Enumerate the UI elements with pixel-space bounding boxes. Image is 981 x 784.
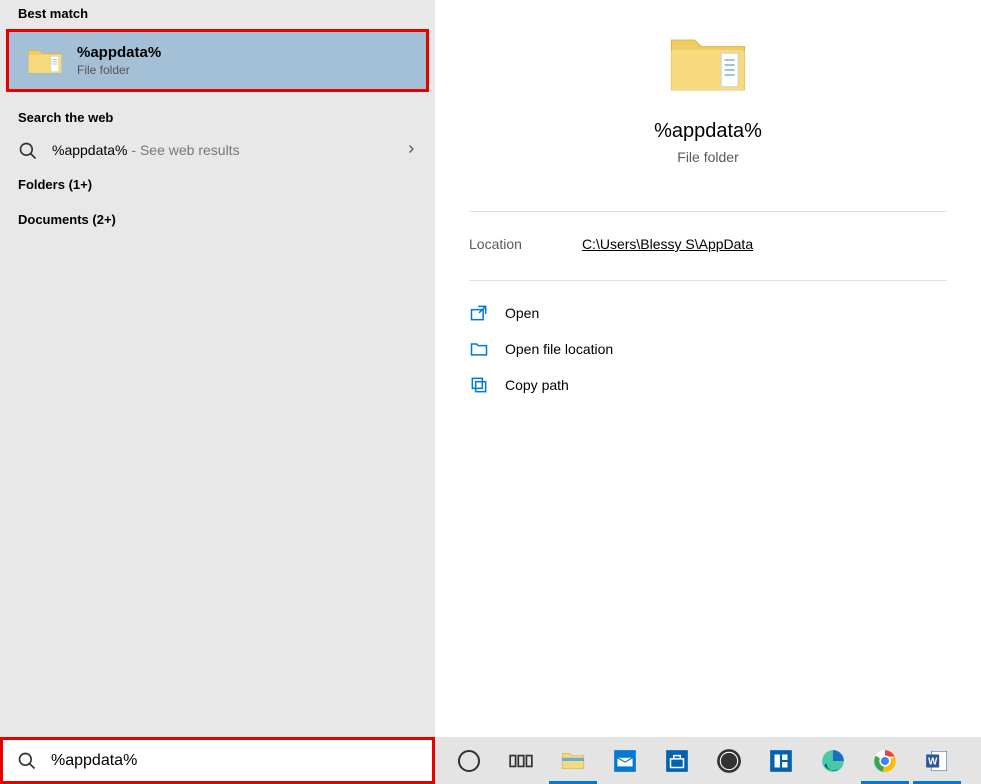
web-suffix: - See web results	[128, 142, 240, 158]
mail-icon	[612, 748, 638, 774]
preview-subtitle: File folder	[677, 149, 738, 165]
svg-text:W: W	[928, 756, 938, 767]
action-open-file-location[interactable]: Open file location	[469, 333, 947, 365]
location-label: Location	[469, 236, 522, 252]
folder-icon	[668, 30, 748, 100]
mail-taskbar[interactable]	[599, 737, 651, 784]
cortana-icon	[458, 750, 480, 772]
result-subtitle: File folder	[77, 63, 161, 77]
word-icon: W	[924, 748, 950, 774]
taskbar: W	[0, 737, 981, 784]
edge-icon	[820, 748, 846, 774]
search-box[interactable]	[0, 737, 435, 784]
store-icon	[664, 748, 690, 774]
task-view-button[interactable]	[495, 737, 547, 784]
word-taskbar[interactable]: W	[911, 737, 963, 784]
file-explorer-icon	[560, 748, 586, 774]
preview-panel: %appdata% File folder Location C:\Users\…	[435, 0, 981, 737]
edge-taskbar[interactable]	[807, 737, 859, 784]
dell-icon	[716, 748, 742, 774]
store-taskbar[interactable]	[651, 737, 703, 784]
copy-icon	[469, 375, 489, 395]
search-icon	[18, 141, 38, 161]
preview-title: %appdata%	[654, 120, 762, 143]
location-path-link[interactable]: C:\Users\Blessy S\AppData	[582, 236, 753, 252]
folder-icon	[27, 46, 63, 76]
search-web-label: Search the web	[0, 92, 435, 135]
chrome-icon	[872, 748, 898, 774]
cortana-button[interactable]	[443, 737, 495, 784]
office-icon	[768, 748, 794, 774]
category-folders[interactable]: Folders (1+)	[0, 167, 435, 202]
task-view-icon	[508, 748, 534, 774]
best-match-label: Best match	[0, 0, 435, 29]
folder-location-icon	[469, 339, 489, 359]
action-label: Open	[505, 305, 539, 321]
search-icon	[17, 751, 37, 771]
results-panel: Best match %appdata% File folder Search …	[0, 0, 435, 737]
web-result[interactable]: %appdata% - See web results	[0, 135, 435, 167]
action-label: Copy path	[505, 377, 569, 393]
action-open[interactable]: Open	[469, 297, 947, 329]
action-label: Open file location	[505, 341, 613, 357]
chevron-right-icon	[405, 142, 417, 160]
search-input[interactable]	[51, 752, 418, 770]
file-explorer-taskbar[interactable]	[547, 737, 599, 784]
web-term: %appdata%	[52, 142, 128, 158]
result-title: %appdata%	[77, 44, 161, 61]
best-match-result[interactable]: %appdata% File folder	[6, 29, 429, 92]
dell-taskbar[interactable]	[703, 737, 755, 784]
category-documents[interactable]: Documents (2+)	[0, 202, 435, 237]
open-icon	[469, 303, 489, 323]
action-copy-path[interactable]: Copy path	[469, 369, 947, 401]
chrome-taskbar[interactable]	[859, 737, 911, 784]
office-taskbar[interactable]	[755, 737, 807, 784]
